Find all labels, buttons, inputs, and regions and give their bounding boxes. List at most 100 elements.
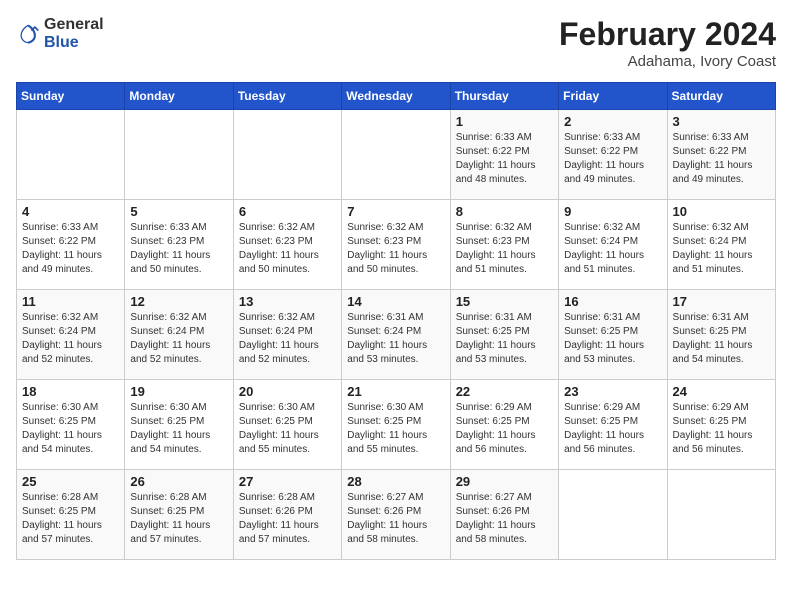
day-number: 13 (239, 294, 336, 309)
day-number: 29 (456, 474, 553, 489)
day-info: Sunrise: 6:32 AM Sunset: 6:24 PM Dayligh… (239, 311, 336, 367)
calendar-cell: 13 Sunrise: 6:32 AM Sunset: 6:24 PM Dayli… (233, 290, 341, 380)
calendar-cell (125, 110, 233, 200)
day-info: Sunrise: 6:28 AM Sunset: 6:25 PM Dayligh… (22, 491, 119, 547)
day-number: 3 (673, 114, 770, 129)
calendar-cell: 14 Sunrise: 6:31 AM Sunset: 6:24 PM Dayli… (342, 290, 450, 380)
day-info: Sunrise: 6:32 AM Sunset: 6:23 PM Dayligh… (239, 221, 336, 277)
day-info: Sunrise: 6:29 AM Sunset: 6:25 PM Dayligh… (673, 401, 770, 457)
day-info: Sunrise: 6:32 AM Sunset: 6:24 PM Dayligh… (564, 221, 661, 277)
day-info: Sunrise: 6:31 AM Sunset: 6:25 PM Dayligh… (564, 311, 661, 367)
day-info: Sunrise: 6:27 AM Sunset: 6:26 PM Dayligh… (347, 491, 444, 547)
day-number: 23 (564, 384, 661, 399)
day-info: Sunrise: 6:33 AM Sunset: 6:22 PM Dayligh… (564, 131, 661, 187)
title-block: February 2024 Adahama, Ivory Coast (559, 16, 776, 70)
day-info: Sunrise: 6:30 AM Sunset: 6:25 PM Dayligh… (22, 401, 119, 457)
calendar-cell: 22 Sunrise: 6:29 AM Sunset: 6:25 PM Dayli… (450, 380, 558, 470)
day-info: Sunrise: 6:31 AM Sunset: 6:25 PM Dayligh… (673, 311, 770, 367)
day-info: Sunrise: 6:28 AM Sunset: 6:25 PM Dayligh… (130, 491, 227, 547)
calendar-cell: 7Sunrise: 6:32 AM Sunset: 6:23 PM Daylig… (342, 200, 450, 290)
calendar-cell: 26 Sunrise: 6:28 AM Sunset: 6:25 PM Dayli… (125, 470, 233, 560)
day-number: 14 (347, 294, 444, 309)
calendar-cell: 17 Sunrise: 6:31 AM Sunset: 6:25 PM Dayli… (667, 290, 775, 380)
day-info: Sunrise: 6:31 AM Sunset: 6:25 PM Dayligh… (456, 311, 553, 367)
calendar-cell (342, 110, 450, 200)
day-info: Sunrise: 6:32 AM Sunset: 6:23 PM Dayligh… (347, 221, 444, 277)
weekday-header-tuesday: Tuesday (233, 83, 341, 110)
calendar-cell: 15 Sunrise: 6:31 AM Sunset: 6:25 PM Dayli… (450, 290, 558, 380)
day-number: 2 (564, 114, 661, 129)
day-info: Sunrise: 6:30 AM Sunset: 6:25 PM Dayligh… (347, 401, 444, 457)
calendar-cell: 8 Sunrise: 6:32 AM Sunset: 6:23 PM Daylig… (450, 200, 558, 290)
calendar-cell (559, 470, 667, 560)
calendar-cell (17, 110, 125, 200)
calendar-week-row: 1 Sunrise: 6:33 AM Sunset: 6:22 PM Daylig… (17, 110, 776, 200)
weekday-header-row: SundayMondayTuesdayWednesdayThursdayFrid… (17, 83, 776, 110)
day-info: Sunrise: 6:29 AM Sunset: 6:25 PM Dayligh… (564, 401, 661, 457)
day-number: 12 (130, 294, 227, 309)
calendar-cell: 23 Sunrise: 6:29 AM Sunset: 6:25 PM Dayli… (559, 380, 667, 470)
day-number: 16 (564, 294, 661, 309)
day-number: 18 (22, 384, 119, 399)
day-number: 19 (130, 384, 227, 399)
weekday-header-monday: Monday (125, 83, 233, 110)
day-number: 20 (239, 384, 336, 399)
day-number: 24 (673, 384, 770, 399)
day-info: Sunrise: 6:30 AM Sunset: 6:25 PM Dayligh… (130, 401, 227, 457)
day-number: 21 (347, 384, 444, 399)
day-number: 6 (239, 204, 336, 219)
day-info: Sunrise: 6:28 AM Sunset: 6:26 PM Dayligh… (239, 491, 336, 547)
calendar-cell: 16 Sunrise: 6:31 AM Sunset: 6:25 PM Dayli… (559, 290, 667, 380)
logo-icon (16, 22, 40, 46)
day-info: Sunrise: 6:32 AM Sunset: 6:24 PM Dayligh… (130, 311, 227, 367)
day-info: Sunrise: 6:33 AM Sunset: 6:22 PM Dayligh… (673, 131, 770, 187)
weekday-header-saturday: Saturday (667, 83, 775, 110)
weekday-header-wednesday: Wednesday (342, 83, 450, 110)
day-info: Sunrise: 6:33 AM Sunset: 6:22 PM Dayligh… (22, 221, 119, 277)
calendar-cell: 21 Sunrise: 6:30 AM Sunset: 6:25 PM Dayli… (342, 380, 450, 470)
day-info: Sunrise: 6:32 AM Sunset: 6:24 PM Dayligh… (22, 311, 119, 367)
month-year-title: February 2024 (559, 16, 776, 53)
calendar-cell: 12 Sunrise: 6:32 AM Sunset: 6:24 PM Dayli… (125, 290, 233, 380)
day-number: 15 (456, 294, 553, 309)
day-number: 10 (673, 204, 770, 219)
day-info: Sunrise: 6:33 AM Sunset: 6:22 PM Dayligh… (456, 131, 553, 187)
calendar-week-row: 11 Sunrise: 6:32 AM Sunset: 6:24 PM Dayli… (17, 290, 776, 380)
calendar-week-row: 18 Sunrise: 6:30 AM Sunset: 6:25 PM Dayli… (17, 380, 776, 470)
calendar-cell: 25 Sunrise: 6:28 AM Sunset: 6:25 PM Dayli… (17, 470, 125, 560)
calendar-cell: 18 Sunrise: 6:30 AM Sunset: 6:25 PM Dayli… (17, 380, 125, 470)
calendar-week-row: 4Sunrise: 6:33 AM Sunset: 6:22 PM Daylig… (17, 200, 776, 290)
calendar-cell: 11 Sunrise: 6:32 AM Sunset: 6:24 PM Dayli… (17, 290, 125, 380)
calendar-body: 1 Sunrise: 6:33 AM Sunset: 6:22 PM Daylig… (17, 110, 776, 560)
calendar-cell: 5Sunrise: 6:33 AM Sunset: 6:23 PM Daylig… (125, 200, 233, 290)
day-number: 28 (347, 474, 444, 489)
calendar-cell (667, 470, 775, 560)
calendar-cell: 27 Sunrise: 6:28 AM Sunset: 6:26 PM Dayli… (233, 470, 341, 560)
day-info: Sunrise: 6:29 AM Sunset: 6:25 PM Dayligh… (456, 401, 553, 457)
logo-blue-text: Blue (44, 34, 104, 52)
calendar-cell: 9 Sunrise: 6:32 AM Sunset: 6:24 PM Daylig… (559, 200, 667, 290)
day-number: 11 (22, 294, 119, 309)
day-number: 1 (456, 114, 553, 129)
day-number: 17 (673, 294, 770, 309)
calendar-week-row: 25 Sunrise: 6:28 AM Sunset: 6:25 PM Dayli… (17, 470, 776, 560)
day-number: 27 (239, 474, 336, 489)
day-number: 8 (456, 204, 553, 219)
weekday-header-sunday: Sunday (17, 83, 125, 110)
calendar-cell (233, 110, 341, 200)
location-subtitle: Adahama, Ivory Coast (559, 53, 776, 70)
calendar-cell: 28 Sunrise: 6:27 AM Sunset: 6:26 PM Dayli… (342, 470, 450, 560)
day-number: 26 (130, 474, 227, 489)
day-info: Sunrise: 6:32 AM Sunset: 6:23 PM Dayligh… (456, 221, 553, 277)
day-number: 22 (456, 384, 553, 399)
day-info: Sunrise: 6:31 AM Sunset: 6:24 PM Dayligh… (347, 311, 444, 367)
day-number: 5 (130, 204, 227, 219)
calendar-cell: 20Sunrise: 6:30 AM Sunset: 6:25 PM Dayli… (233, 380, 341, 470)
day-number: 25 (22, 474, 119, 489)
calendar-cell: 29Sunrise: 6:27 AM Sunset: 6:26 PM Dayli… (450, 470, 558, 560)
logo: General Blue (16, 16, 104, 51)
calendar-cell: 3 Sunrise: 6:33 AM Sunset: 6:22 PM Daylig… (667, 110, 775, 200)
day-info: Sunrise: 6:32 AM Sunset: 6:24 PM Dayligh… (673, 221, 770, 277)
day-number: 9 (564, 204, 661, 219)
logo-general-text: General (44, 16, 104, 34)
